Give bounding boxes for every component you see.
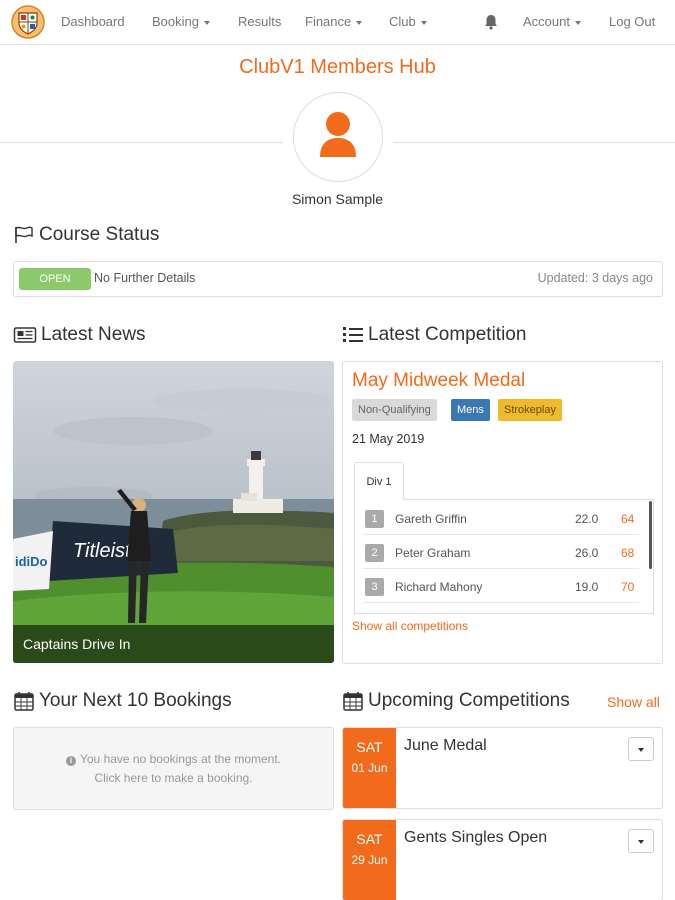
nav-finance-label: Finance [305, 14, 352, 29]
nav-results[interactable]: Results [238, 14, 281, 29]
chevron-down-icon [638, 748, 644, 752]
player-score: 64 [621, 512, 635, 526]
upcoming-heading-label: Upcoming Competitions [368, 690, 570, 711]
chevron-down-icon [420, 20, 427, 25]
bookings-heading: Your Next 10 Bookings [13, 690, 232, 712]
booking-empty-message: i You have no bookings at the moment. [14, 752, 333, 766]
bookings-heading-label: Your Next 10 Bookings [39, 690, 232, 711]
svg-text:Titleist: Titleist [73, 540, 132, 562]
competition-name: June Medal [404, 737, 487, 754]
date-badge: SAT 01 Jun [343, 728, 396, 808]
show-all-upcoming-link[interactable]: Show all [607, 694, 660, 710]
list-ol-icon [343, 327, 363, 342]
status-details: No Further Details [94, 271, 196, 285]
news-image: Titleist idiDo [13, 361, 334, 663]
nav-dashboard[interactable]: Dashboard [61, 14, 125, 29]
competition-title[interactable]: May Midweek Medal [352, 370, 525, 392]
latest-competition-card: May Midweek Medal Non-Qualifying Mens St… [342, 361, 663, 664]
player-handicap: 19.0 [575, 580, 599, 594]
chevron-down-icon [574, 20, 581, 25]
competition-date: 21 May 2019 [352, 432, 425, 446]
show-all-competitions-link[interactable]: Show all competitions [352, 619, 468, 633]
date-day-month: 29 Jun [351, 853, 388, 867]
status-badge: OPEN [19, 268, 91, 290]
nav-results-label: Results [238, 14, 282, 29]
scrollbar[interactable] [649, 501, 652, 569]
avatar[interactable] [293, 92, 383, 182]
chevron-down-icon [356, 20, 363, 25]
divider [0, 142, 283, 143]
svg-text:idiDo: idiDo [15, 554, 48, 569]
course-status-heading: Course Status [13, 224, 159, 246]
player-name: Peter Graham [395, 546, 471, 560]
player-name: Gareth Griffin [395, 512, 467, 526]
leaderboard-row[interactable]: 1 Gareth Griffin 22.0 64 [363, 502, 639, 535]
latest-news-heading-label: Latest News [41, 324, 146, 345]
chevron-down-icon [203, 20, 210, 25]
upcoming-heading: Upcoming Competitions [342, 690, 570, 712]
date-weekday: SAT [356, 831, 383, 847]
bell-icon[interactable] [484, 14, 498, 30]
calendar-icon [343, 692, 363, 711]
flag-icon [15, 226, 33, 243]
date-weekday: SAT [356, 739, 383, 755]
nav-logout-label: Log Out [609, 14, 656, 29]
nav-club-label: Club [389, 14, 416, 29]
booking-empty-line2: Click here to make a booking. [94, 771, 253, 785]
top-navbar: Dashboard Booking Results Finance Club A… [0, 0, 675, 45]
tag-non-qualifying: Non-Qualifying [352, 399, 437, 421]
nav-finance[interactable]: Finance [305, 14, 363, 29]
nav-booking-label: Booking [152, 14, 199, 29]
upcoming-competition-card[interactable]: SAT 29 Jun Gents Singles Open [342, 819, 663, 900]
course-status-heading-label: Course Status [39, 224, 160, 245]
player-name: Richard Mahony [395, 580, 483, 594]
calendar-icon [14, 692, 34, 711]
tag-mens: Mens [451, 399, 490, 421]
newspaper-icon [13, 327, 37, 343]
rank-badge: 3 [365, 578, 384, 596]
player-handicap: 26.0 [575, 546, 599, 560]
status-updated: Updated: 3 days ago [537, 271, 653, 285]
club-crest-icon[interactable] [10, 5, 46, 39]
rank-badge: 2 [365, 544, 384, 562]
player-score: 68 [621, 546, 635, 560]
latest-news-heading: Latest News [13, 324, 146, 346]
latest-competition-heading: Latest Competition [342, 324, 526, 346]
nav-account[interactable]: Account [523, 14, 581, 29]
course-status-panel: OPEN No Further Details Updated: 3 days … [13, 261, 663, 297]
options-dropdown-button[interactable] [628, 829, 654, 853]
nav-account-label: Account [523, 14, 570, 29]
rank-badge: 1 [365, 510, 384, 528]
news-caption: Captains Drive In [13, 625, 334, 663]
divider [393, 142, 675, 143]
news-card[interactable]: Titleist idiDo Captains Drive In [13, 361, 334, 663]
tag-strokeplay: Strokeplay [498, 399, 562, 421]
player-score: 70 [621, 580, 635, 594]
player-handicap: 22.0 [575, 512, 599, 526]
user-icon [320, 112, 356, 157]
make-booking-panel[interactable]: i You have no bookings at the moment. Cli… [13, 727, 334, 810]
page-title: ClubV1 Members Hub [239, 56, 436, 78]
leaderboard: 1 Gareth Griffin 22.0 64 2 Peter Graham … [354, 499, 654, 614]
info-icon: i [65, 756, 76, 766]
nav-club[interactable]: Club [389, 14, 427, 29]
upcoming-competition-card[interactable]: SAT 01 Jun June Medal [342, 727, 663, 809]
chevron-down-icon [638, 840, 644, 844]
nav-booking[interactable]: Booking [152, 14, 210, 29]
nav-logout[interactable]: Log Out [609, 14, 655, 29]
date-day-month: 01 Jun [351, 761, 388, 775]
latest-competition-heading-label: Latest Competition [368, 324, 527, 345]
tab-div-1[interactable]: Div 1 [354, 462, 404, 500]
nav-dashboard-label: Dashboard [61, 14, 125, 29]
leaderboard-row[interactable]: 2 Peter Graham 26.0 68 [363, 536, 639, 569]
options-dropdown-button[interactable] [628, 737, 654, 761]
booking-empty-line1: You have no bookings at the moment. [79, 752, 282, 766]
member-name: Simon Sample [291, 191, 384, 207]
competition-name: Gents Singles Open [404, 829, 548, 846]
date-badge: SAT 29 Jun [343, 820, 396, 900]
leaderboard-row[interactable]: 3 Richard Mahony 19.0 70 [363, 570, 639, 603]
